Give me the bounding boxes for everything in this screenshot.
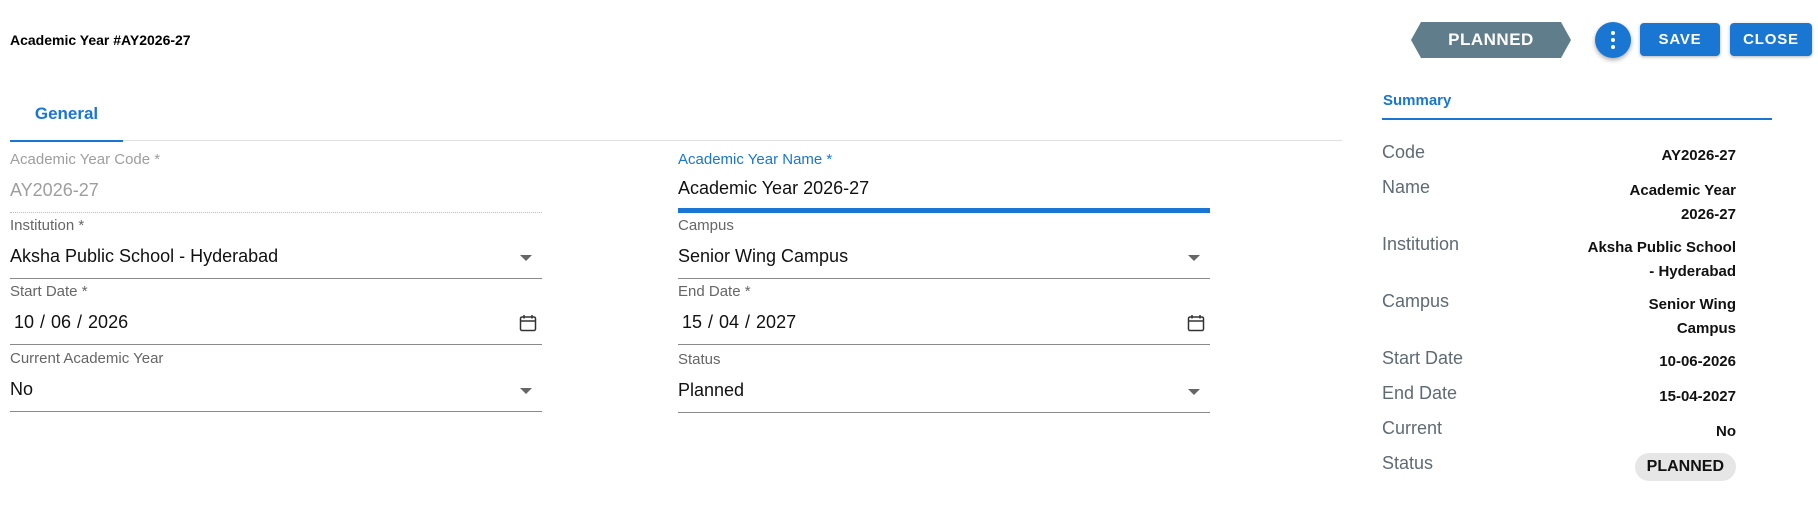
field-value: Senior Wing Campus	[678, 246, 849, 266]
field-value: Aksha Public School - Hyderabad	[10, 246, 279, 266]
field-value: AY2026-27	[10, 180, 99, 200]
field-label: Start Date *	[10, 283, 88, 300]
summary-value: AY2026-27	[1661, 147, 1736, 164]
current-academic-year-select[interactable]: No	[10, 368, 542, 412]
summary-label: Start Date	[1382, 348, 1464, 368]
summary-value: Academic Year 2026-27	[1629, 182, 1736, 223]
tab-bar: General	[10, 86, 1342, 142]
summary-value: 15-04-2027	[1659, 388, 1736, 405]
end-date-field: End Date * 15 / 04 / 2027	[678, 283, 1210, 345]
campus-select[interactable]: Senior Wing Campus	[678, 235, 1210, 279]
dropdown-caret-icon	[520, 388, 532, 394]
summary-title: Summary	[1382, 92, 1772, 120]
field-value: Academic Year 2026-27	[678, 178, 870, 198]
summary-value: Aksha Public School - Hyderabad	[1587, 239, 1736, 280]
field-label: Academic Year Name *	[678, 151, 833, 168]
institution-select[interactable]: Aksha Public School - Hyderabad	[10, 235, 542, 279]
tab-general[interactable]: General	[10, 86, 123, 142]
calendar-icon[interactable]	[1187, 314, 1205, 332]
summary-label: Name	[1382, 177, 1431, 197]
field-value: No	[10, 379, 34, 399]
status-select[interactable]: Planned	[678, 369, 1210, 413]
more-actions-button[interactable]	[1595, 22, 1631, 58]
save-button[interactable]: SAVE	[1640, 23, 1720, 56]
summary-value: Senior Wing Campus	[1648, 296, 1736, 337]
current-academic-year-field: Current Academic Year No	[10, 350, 542, 412]
calendar-icon[interactable]	[519, 314, 537, 332]
page-title: Academic Year #AY2026-27	[10, 32, 191, 48]
summary-label: Campus	[1382, 291, 1450, 311]
summary-label: Status	[1382, 453, 1434, 473]
dropdown-caret-icon	[1188, 389, 1200, 395]
summary-value: 10-06-2026	[1659, 353, 1736, 370]
academic-year-code-field: Academic Year Code * AY2026-27	[10, 151, 542, 213]
close-button[interactable]: CLOSE	[1730, 23, 1812, 56]
field-value: 15 / 04 / 2027	[682, 312, 797, 332]
academic-year-name-field: Academic Year Name * Academic Year 2026-…	[678, 151, 1210, 213]
field-value: Planned	[678, 380, 745, 400]
summary-label: Code	[1382, 142, 1426, 162]
institution-field: Institution * Aksha Public School - Hyde…	[10, 217, 542, 279]
summary-value: No	[1716, 423, 1736, 440]
status-ribbon: PLANNED	[1411, 22, 1571, 58]
field-label: Status	[678, 351, 721, 368]
more-vert-icon	[1611, 31, 1615, 49]
dropdown-caret-icon	[1188, 255, 1200, 261]
summary-label: Current	[1382, 418, 1443, 438]
campus-field: Campus Senior Wing Campus	[678, 217, 1210, 279]
summary-label: Institution	[1382, 234, 1460, 254]
field-label: Campus	[678, 217, 734, 234]
field-label: Institution *	[10, 217, 85, 234]
status-field: Status Planned	[678, 351, 1210, 413]
end-date-input[interactable]: 15 / 04 / 2027	[678, 301, 1210, 345]
start-date-input[interactable]: 10 / 06 / 2026	[10, 301, 542, 345]
start-date-field: Start Date * 10 / 06 / 2026	[10, 283, 542, 345]
field-label: End Date *	[678, 283, 751, 300]
academic-year-code-input: AY2026-27	[10, 169, 542, 213]
academic-year-name-input[interactable]: Academic Year 2026-27	[678, 169, 1210, 213]
status-badge: PLANNED	[1634, 453, 1736, 481]
summary-label: End Date	[1382, 383, 1458, 403]
field-label: Current Academic Year	[10, 350, 164, 367]
field-value: 10 / 06 / 2026	[14, 312, 129, 332]
dropdown-caret-icon	[520, 255, 532, 261]
field-label: Academic Year Code *	[10, 151, 161, 168]
